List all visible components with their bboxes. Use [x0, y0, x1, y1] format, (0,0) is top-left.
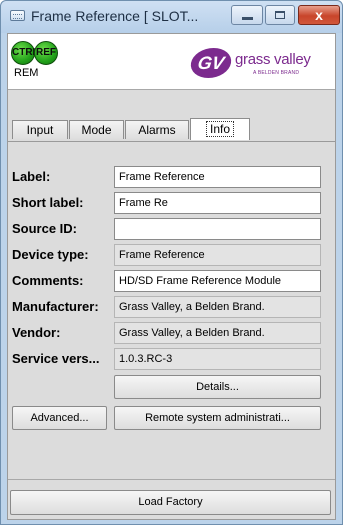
client-area: CTRL REF REM GV grass valley A BELDEN BR… [7, 33, 336, 520]
manufacturer-value: Grass Valley, a Belden Brand. [114, 296, 321, 318]
source-id-field-label: Source ID: [12, 221, 78, 236]
minimize-button[interactable] [231, 5, 263, 25]
details-button[interactable]: Details... [114, 375, 321, 399]
load-factory-button[interactable]: Load Factory [10, 490, 331, 515]
title-bar[interactable]: Frame Reference [ SLOT... x [1, 1, 342, 33]
app-window: Frame Reference [ SLOT... x CTRL REF REM… [0, 0, 343, 525]
ref-status-led[interactable]: REF [34, 41, 58, 65]
tab-input[interactable]: Input [12, 120, 68, 139]
maximize-button[interactable] [265, 5, 295, 25]
footer-divider [8, 479, 335, 480]
grass-valley-logo: GV grass valley A BELDEN BRAND [188, 48, 321, 78]
tab-mode[interactable]: Mode [69, 120, 124, 139]
close-button[interactable]: x [298, 5, 340, 25]
tab-info-label: Info [205, 121, 234, 137]
remote-system-administration-button[interactable]: Remote system administrati... [114, 406, 321, 430]
window-app-icon [10, 10, 25, 21]
tab-alarms[interactable]: Alarms [125, 120, 189, 139]
comments-input[interactable]: HD/SD Frame Reference Module [114, 270, 321, 292]
advanced-button[interactable]: Advanced... [12, 406, 107, 430]
tab-info[interactable]: Info [190, 118, 250, 140]
minimize-icon [242, 17, 253, 20]
ctrl-status-led[interactable]: CTRL [11, 41, 39, 65]
short-label-input[interactable]: Frame Re [114, 192, 321, 214]
device-type-value: Frame Reference [114, 244, 321, 266]
label-field-label: Label: [12, 169, 51, 184]
source-id-input[interactable] [114, 218, 321, 240]
service-version-field-label: Service vers... [12, 351, 100, 366]
comments-field-label: Comments: [12, 273, 84, 288]
close-icon: x [315, 7, 323, 23]
device-type-field-label: Device type: [12, 247, 89, 262]
vendor-value: Grass Valley, a Belden Brand. [114, 322, 321, 344]
service-version-value: 1.0.3.RC-3 [114, 348, 321, 370]
rem-label: REM [14, 67, 39, 79]
label-input[interactable]: Frame Reference [114, 166, 321, 188]
short-label-field-label: Short label: [12, 195, 84, 210]
manufacturer-field-label: Manufacturer: [12, 299, 99, 314]
logo-name: grass valley [235, 51, 311, 68]
maximize-icon [275, 11, 285, 19]
window-title: Frame Reference [ SLOT... [31, 8, 199, 24]
info-panel: Label: Frame Reference Short label: Fram… [8, 141, 335, 482]
gv-logo-mark: GV [188, 48, 234, 78]
vendor-field-label: Vendor: [12, 325, 61, 340]
status-header: CTRL REF REM GV grass valley A BELDEN BR… [8, 34, 335, 90]
logo-subtitle: A BELDEN BRAND [253, 70, 300, 76]
